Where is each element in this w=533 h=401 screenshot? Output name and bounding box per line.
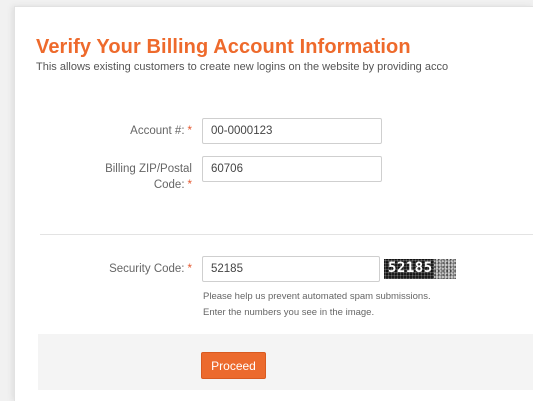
page-subtitle: This allows existing customers to create…	[36, 61, 449, 73]
captcha-help-line1: Please help us prevent automated spam su…	[203, 291, 431, 302]
required-asterisk: *	[187, 263, 192, 275]
form-footer	[38, 334, 533, 390]
captcha-image: 52185	[384, 259, 456, 279]
captcha-text: 52185	[388, 260, 433, 276]
zip-label: Billing ZIP/Postal Code: *	[60, 161, 192, 193]
account-number-input[interactable]	[202, 118, 382, 144]
zip-label-line1: Billing ZIP/Postal	[105, 163, 192, 175]
page-title: Verify Your Billing Account Information	[36, 36, 411, 58]
zip-label-line2: Code:	[153, 179, 185, 191]
security-code-input[interactable]	[202, 256, 380, 282]
required-asterisk: *	[187, 125, 192, 137]
section-divider	[40, 234, 533, 235]
security-label-text: Security Code:	[109, 263, 185, 275]
security-label: Security Code: *	[70, 261, 192, 277]
account-label-text: Account #:	[130, 125, 185, 137]
captcha-noise	[434, 259, 456, 279]
account-label: Account #: *	[80, 123, 192, 139]
zip-label-line2-wrap: Code: *	[60, 177, 192, 193]
captcha-help-line2: Enter the numbers you see in the image.	[203, 307, 375, 318]
billing-zip-input[interactable]	[202, 156, 382, 182]
required-asterisk: *	[187, 179, 192, 191]
proceed-button[interactable]: Proceed	[201, 352, 266, 379]
